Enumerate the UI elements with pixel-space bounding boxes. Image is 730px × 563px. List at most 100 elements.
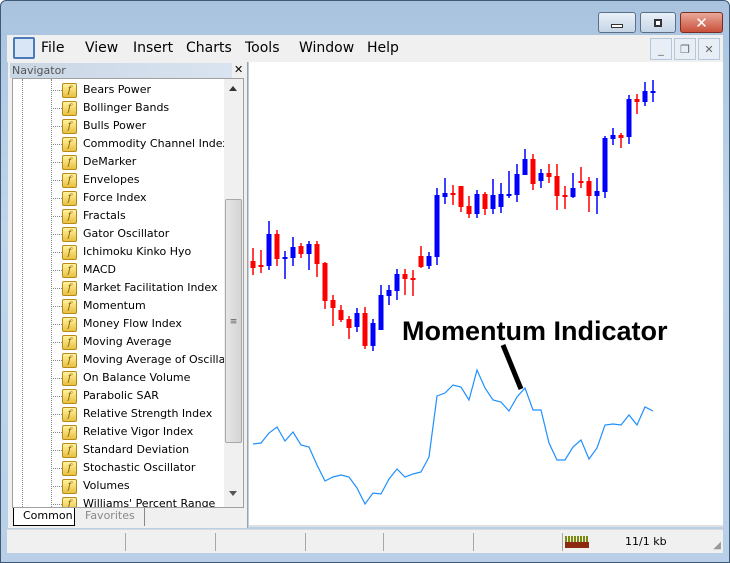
navigator-close-icon[interactable]: ✕ — [234, 63, 243, 76]
navigator-item[interactable]: f Gator Oscillator — [13, 225, 225, 243]
indicator-function-icon: f — [62, 209, 77, 224]
navigator-item[interactable]: f Money Flow Index — [13, 315, 225, 333]
scroll-thumb[interactable]: ≡ — [225, 199, 242, 443]
indicator-function-icon: f — [62, 155, 77, 170]
menu-tools[interactable]: Tools — [245, 40, 280, 56]
navigator-item[interactable]: f Relative Strength Index — [13, 405, 225, 423]
navigator-item[interactable]: f Williams' Percent Range — [13, 495, 225, 507]
candle-body — [482, 194, 488, 209]
scroll-down-icon[interactable] — [229, 491, 237, 496]
tree-connector — [51, 252, 62, 253]
candle-body — [394, 274, 400, 291]
navigator-item[interactable]: f MACD — [13, 261, 225, 279]
navigator-item[interactable]: f Stochastic Oscillator — [13, 459, 225, 477]
navigator-item[interactable]: f Standard Deviation — [13, 441, 225, 459]
tab-common[interactable]: Common — [13, 508, 75, 526]
indicator-function-icon: f — [62, 389, 77, 404]
app-logo-icon[interactable] — [13, 37, 35, 59]
candle-body — [386, 290, 392, 296]
navigator-item-label: Bollinger Bands — [83, 101, 170, 114]
maximize-icon — [654, 18, 662, 27]
tree-connector — [51, 126, 62, 127]
close-button[interactable]: ✕ — [680, 12, 723, 33]
menu-help[interactable]: Help — [367, 40, 399, 56]
mdi-minimize-button[interactable]: _ — [650, 38, 672, 60]
candle-body — [330, 300, 336, 308]
indicator-function-icon: f — [62, 227, 77, 242]
candle-body — [426, 256, 432, 266]
navigator-item-label: Stochastic Oscillator — [83, 461, 196, 474]
price-chart[interactable] — [249, 62, 723, 527]
maximize-button[interactable] — [640, 12, 676, 33]
candle-body — [554, 176, 560, 196]
navigator-item[interactable]: f Envelopes — [13, 171, 225, 189]
mdi-close-button[interactable]: ✕ — [698, 38, 720, 60]
candle-body — [314, 244, 320, 264]
navigator-item[interactable]: f Market Facilitation Index — [13, 279, 225, 297]
tree-connector — [51, 198, 62, 199]
navigator-item-label: On Balance Volume — [83, 371, 191, 384]
indicator-function-icon: f — [62, 101, 77, 116]
indicator-function-icon: f — [62, 317, 77, 332]
candle-body — [250, 261, 256, 268]
status-divider — [305, 533, 306, 551]
navigator-item[interactable]: f Moving Average of Oscillator — [13, 351, 241, 369]
candle-body — [450, 193, 456, 195]
navigator-item[interactable]: f Commodity Channel Index — [13, 135, 229, 153]
navigator-item[interactable]: f Moving Average — [13, 333, 225, 351]
menu-file[interactable]: File — [41, 40, 64, 56]
candle-body — [474, 194, 480, 214]
navigator-item-label: Relative Vigor Index — [83, 425, 194, 438]
candle-body — [378, 295, 384, 330]
tree-connector — [51, 216, 62, 217]
indicator-function-icon: f — [62, 191, 77, 206]
navigator-item[interactable]: f Momentum — [13, 297, 225, 315]
tree-connector — [51, 396, 62, 397]
candle-body — [298, 246, 304, 254]
menu-view[interactable]: View — [85, 40, 118, 56]
candle-body — [602, 138, 608, 192]
candle-body — [506, 194, 512, 196]
chart-canvas — [250, 80, 656, 506]
menu-window[interactable]: Window — [299, 40, 354, 56]
navigator-item-label: Bears Power — [83, 83, 152, 96]
candle-body — [634, 99, 640, 102]
navigator-item-label: Ichimoku Kinko Hyo — [83, 245, 192, 258]
tree-connector — [51, 432, 62, 433]
tree-connector — [51, 378, 62, 379]
navigator-item-label: MACD — [83, 263, 116, 276]
candle-body — [354, 313, 360, 327]
candle-body — [458, 186, 464, 207]
navigator-item[interactable]: f DeMarker — [13, 153, 225, 171]
navigator-item[interactable]: f Bulls Power — [13, 117, 225, 135]
menu-insert[interactable]: Insert — [133, 40, 173, 56]
candle-body — [578, 181, 584, 183]
navigator-item[interactable]: f Bears Power — [13, 81, 225, 99]
tree-connector — [51, 270, 62, 271]
navigator-item-label: Momentum — [83, 299, 146, 312]
mdi-restore-button[interactable]: ❐ — [674, 38, 696, 60]
minimize-button[interactable] — [598, 12, 636, 33]
menu-charts[interactable]: Charts — [186, 40, 232, 56]
scroll-up-icon[interactable] — [229, 86, 237, 91]
navigator-item[interactable]: f Parabolic SAR — [13, 387, 225, 405]
candle-body — [610, 135, 616, 139]
navigator-scrollbar[interactable]: ≡ — [224, 79, 243, 507]
resize-grip-icon[interactable]: ◢ — [713, 540, 721, 551]
navigator-item[interactable]: f Fractals — [13, 207, 225, 225]
navigator-item[interactable]: f Volumes — [13, 477, 225, 495]
navigator-item[interactable]: f Force Index — [13, 189, 225, 207]
indicator-function-icon: f — [62, 425, 77, 440]
traffic-status: 11/1 kb — [625, 535, 667, 548]
navigator-title: Navigator — [10, 63, 232, 78]
navigator-item-label: Standard Deviation — [83, 443, 190, 456]
indicator-function-icon: f — [62, 119, 77, 134]
status-divider — [473, 533, 474, 551]
navigator-item[interactable]: f Relative Vigor Index — [13, 423, 225, 441]
candle-body — [274, 234, 280, 259]
navigator-item[interactable]: f Bollinger Bands — [13, 99, 225, 117]
navigator-item[interactable]: f Ichimoku Kinko Hyo — [13, 243, 225, 261]
candle-body — [618, 135, 624, 138]
tab-favorites[interactable]: Favorites — [76, 508, 145, 526]
navigator-item[interactable]: f On Balance Volume — [13, 369, 225, 387]
